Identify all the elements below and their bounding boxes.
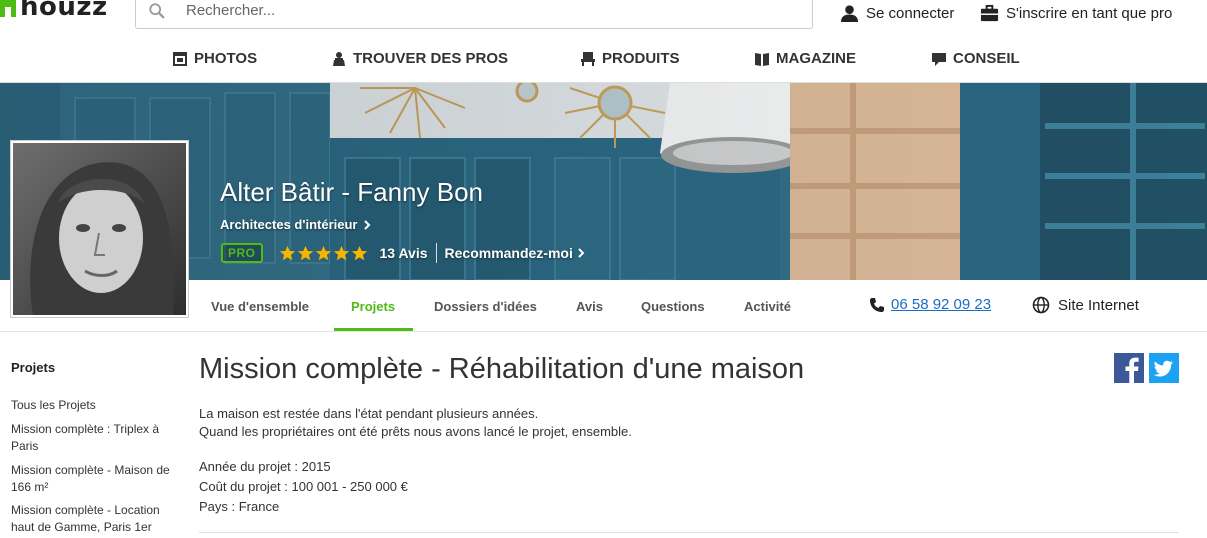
login-link[interactable]: Se connecter — [840, 4, 954, 23]
divider — [435, 243, 437, 263]
pro-category: Architectes d'intérieur — [220, 217, 358, 232]
tab-activity[interactable]: Activité — [744, 299, 791, 314]
avatar[interactable] — [11, 141, 188, 317]
briefcase-icon — [980, 4, 999, 22]
logo-text: houzz — [20, 0, 108, 22]
signup-pro-link[interactable]: S'inscrire en tant que pro — [980, 4, 1172, 23]
advice-icon — [932, 52, 946, 66]
rating-stars — [279, 245, 368, 262]
nav-item-label: TROUVER DES PROS — [353, 50, 509, 67]
website-link[interactable]: Site Internet — [1032, 296, 1139, 314]
facebook-share-button[interactable] — [1114, 353, 1144, 383]
pro-icon — [333, 51, 345, 66]
nav-item-label: MAGAZINE — [776, 50, 856, 67]
twitter-icon — [1149, 353, 1179, 383]
chevron-right-icon — [578, 248, 585, 258]
globe-icon — [1032, 296, 1050, 314]
nav-item-products[interactable]: PRODUITS — [580, 50, 680, 67]
phone-number: 06 58 92 09 23 — [891, 296, 992, 313]
magazine-icon — [755, 52, 769, 66]
nav-item-pros[interactable]: TROUVER DES PROS — [331, 50, 508, 67]
recommend-label: Recommandez-moi — [444, 245, 573, 261]
main-nav: PHOTOS TROUVER DES PROS PRODUITS MAGAZIN… — [0, 42, 1207, 83]
website-label: Site Internet — [1058, 296, 1139, 314]
star-icon — [315, 245, 331, 260]
sidebar-item-triplex-paris[interactable]: Mission complète : Triplex à Paris — [11, 421, 186, 455]
twitter-share-button[interactable] — [1149, 353, 1179, 383]
facebook-icon — [1114, 353, 1144, 383]
nav-item-label: PHOTOS — [194, 50, 258, 67]
houzz-logo[interactable]: houzz — [0, 0, 108, 22]
star-icon — [279, 245, 295, 260]
nav-item-photos[interactable]: PHOTOS — [172, 50, 257, 67]
active-tab-indicator — [334, 328, 413, 331]
sidebar-item-location-paris[interactable]: Mission complète - Location haut de Gamm… — [11, 502, 186, 536]
content-divider — [199, 532, 1179, 533]
search-box[interactable] — [135, 0, 813, 29]
signup-pro-label: S'inscrire en tant que pro — [1006, 5, 1173, 22]
tab-reviews[interactable]: Avis — [576, 299, 603, 314]
recommend-link[interactable]: Recommandez-moi — [445, 245, 585, 261]
phone-link[interactable]: 06 58 92 09 23 — [869, 296, 991, 313]
pro-category-link[interactable]: Architectes d'intérieur — [220, 217, 371, 232]
tab-questions[interactable]: Questions — [641, 299, 705, 314]
phone-icon — [870, 297, 884, 312]
star-icon — [297, 245, 313, 260]
top-bar: houzz Se connecter S'inscrire en tant qu… — [0, 0, 1207, 42]
project-year: Année du projet : 2015 — [199, 459, 331, 474]
pro-rating-row: PRO 13 Avis Recommandez-moi — [221, 243, 585, 263]
houzz-logo-mark — [0, 0, 16, 17]
reviews-link[interactable]: 13 Avis — [380, 245, 428, 261]
profile-photo — [13, 143, 186, 315]
login-label: Se connecter — [866, 5, 955, 22]
user-icon — [840, 5, 859, 23]
chevron-right-icon — [364, 219, 371, 230]
tab-overview[interactable]: Vue d'ensemble — [211, 299, 309, 314]
project-title: Mission complète - Réhabilitation d'une … — [199, 353, 805, 385]
photos-icon — [173, 51, 187, 66]
search-icon — [149, 2, 165, 18]
products-icon — [581, 51, 595, 66]
project-country: Pays : France — [199, 499, 280, 514]
project-description: La maison est restée dans l'état pendant… — [199, 405, 632, 441]
search-input[interactable] — [186, 2, 786, 19]
nav-item-advice[interactable]: CONSEIL — [931, 50, 1020, 67]
nav-item-label: CONSEIL — [953, 50, 1020, 67]
sidebar-title: Projets — [11, 360, 56, 375]
sidebar-item-all-projects[interactable]: Tous les Projets — [11, 397, 186, 414]
pro-name: Alter Bâtir - Fanny Bon — [220, 177, 483, 207]
nav-item-magazine[interactable]: MAGAZINE — [754, 50, 856, 67]
tab-projects[interactable]: Projets — [351, 299, 395, 314]
project-facts: Année du projet : 2015 Coût du projet : … — [199, 457, 408, 517]
sidebar-item-maison-166[interactable]: Mission complète - Maison de 166 m² — [11, 462, 186, 496]
star-icon — [351, 245, 367, 260]
tab-ideabooks[interactable]: Dossiers d'idées — [434, 299, 537, 314]
project-cost: Coût du projet : 100 001 - 250 000 € — [199, 479, 408, 494]
description-line: Quand les propriétaires ont été prêts no… — [199, 424, 632, 439]
pro-badge: PRO — [221, 243, 263, 263]
nav-item-label: PRODUITS — [602, 50, 680, 67]
description-line: La maison est restée dans l'état pendant… — [199, 406, 539, 421]
star-icon — [333, 245, 349, 260]
